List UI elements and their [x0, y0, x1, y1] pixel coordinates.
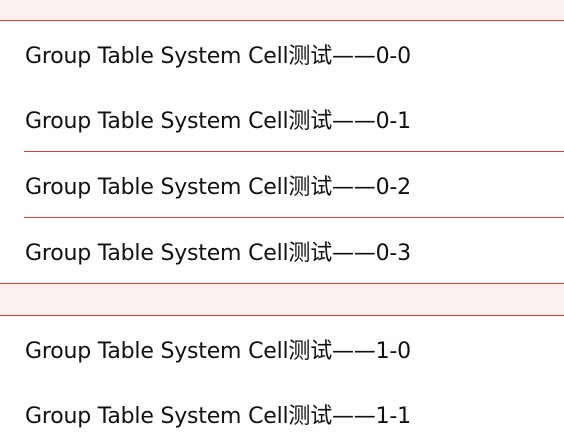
- table-cell-0-0[interactable]: Group Table System Cell测试——0-0: [0, 21, 564, 86]
- cell-label: Group Table System Cell测试——1-1: [25, 403, 411, 429]
- table-cell-1-0[interactable]: Group Table System Cell测试——1-0: [0, 316, 564, 381]
- cell-label: Group Table System Cell测试——0-1: [25, 108, 411, 134]
- table-cell-0-3[interactable]: Group Table System Cell测试——0-3: [0, 218, 564, 283]
- table-cell-1-1[interactable]: Group Table System Cell测试——1-1: [0, 381, 564, 444]
- section-header-1: [0, 284, 564, 315]
- cell-label: Group Table System Cell测试——0-2: [25, 174, 411, 200]
- table-cell-0-2[interactable]: Group Table System Cell测试——0-2: [0, 152, 564, 217]
- cell-label: Group Table System Cell测试——1-0: [25, 338, 411, 364]
- cell-label: Group Table System Cell测试——0-0: [25, 43, 411, 69]
- section-header-0: [0, 0, 564, 20]
- table-cell-0-1[interactable]: Group Table System Cell测试——0-1: [0, 86, 564, 151]
- group-table-view: Group Table System Cell测试——0-0 Group Tab…: [0, 0, 564, 444]
- cell-label: Group Table System Cell测试——0-3: [25, 240, 411, 266]
